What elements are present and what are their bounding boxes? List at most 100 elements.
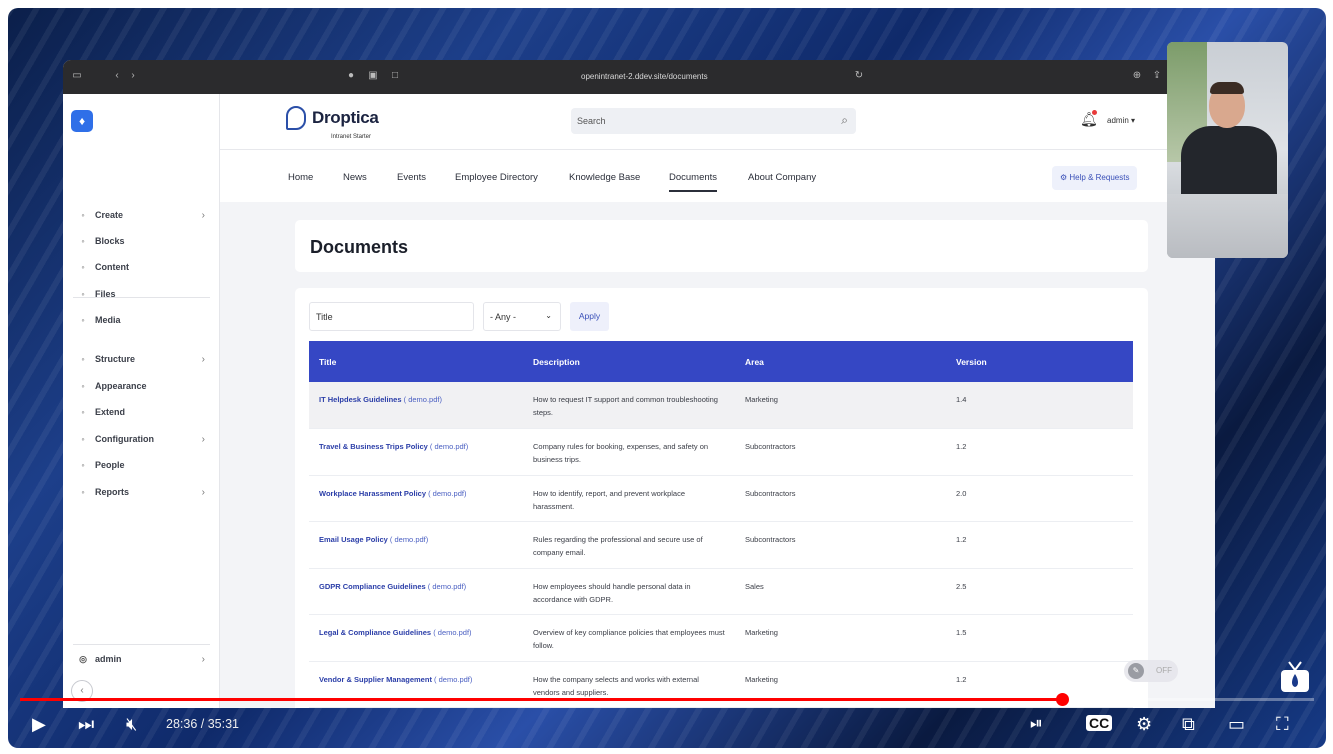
annotation-toggle[interactable]: ✎ OFF bbox=[1124, 660, 1178, 682]
sidebar-item-label: Structure bbox=[95, 354, 136, 364]
webcam-person-hair bbox=[1210, 82, 1244, 94]
back-icon[interactable]: ‹ bbox=[111, 70, 123, 82]
sidebar-item-label: Content bbox=[95, 262, 129, 272]
apply-button[interactable]: Apply bbox=[570, 302, 609, 331]
grid-icon: ◦ bbox=[81, 236, 85, 246]
sidebar-item-admin[interactable]: ◎ admin › bbox=[77, 650, 207, 668]
document-file-link[interactable]: ( demo.pdf) bbox=[433, 628, 471, 637]
address-bar[interactable]: openintranet-2.ddev.site/documents bbox=[581, 72, 708, 81]
document-area-cell: Subcontractors bbox=[735, 475, 946, 522]
search-input[interactable]: Search ⌕ bbox=[571, 108, 856, 134]
chevron-right-icon: › bbox=[201, 353, 205, 365]
nav-item-knowledge-base[interactable]: Knowledge Base bbox=[569, 172, 640, 183]
sidebar-item-extend[interactable]: ◦ Extend bbox=[77, 403, 207, 421]
captions-icon[interactable]: CC bbox=[1086, 715, 1113, 731]
drupal-logo-icon[interactable]: ♦ bbox=[71, 110, 93, 132]
area-filter-select[interactable]: - Any - ⌄ bbox=[483, 302, 561, 331]
extension-icon[interactable]: □ bbox=[389, 70, 401, 82]
progress-bar[interactable] bbox=[20, 693, 1314, 706]
sidebar-item-create[interactable]: ◦ Create › bbox=[77, 206, 207, 224]
sidebar-item-reports[interactable]: ◦ Reports › bbox=[77, 483, 207, 501]
page-title: Documents bbox=[310, 237, 409, 257]
document-title-cell: Travel & Business Trips Policy ( demo.pd… bbox=[309, 428, 523, 476]
user-menu[interactable]: admin ▾ bbox=[1107, 116, 1135, 125]
nav-item-employee-directory[interactable]: Employee Directory bbox=[455, 172, 538, 183]
theater-mode-icon[interactable]: ▭ bbox=[1228, 712, 1245, 736]
browser-window: ▭ ‹ › ● ▣ □ openintranet-2.ddev.site/doc… bbox=[63, 60, 1215, 708]
nav-item-documents[interactable]: Documents bbox=[669, 172, 718, 192]
webcam-laptop bbox=[1167, 194, 1288, 258]
sidebar-item-label: Media bbox=[95, 315, 121, 325]
chevron-down-icon: ⌄ bbox=[545, 311, 552, 320]
webcam-person-body bbox=[1181, 126, 1277, 196]
nav-item-about-company[interactable]: About Company bbox=[748, 172, 816, 183]
next-icon[interactable]: ⏭︎ bbox=[78, 712, 94, 736]
video-player[interactable]: ▭ ‹ › ● ▣ □ openintranet-2.ddev.site/doc… bbox=[8, 8, 1326, 748]
nav-item-news[interactable]: News bbox=[343, 172, 367, 183]
document-file-link[interactable]: ( demo.pdf) bbox=[404, 395, 442, 404]
search-icon[interactable]: ⌕ bbox=[841, 113, 848, 128]
column-header-title[interactable]: Title bbox=[309, 341, 523, 382]
area-filter-value: - Any - bbox=[490, 312, 517, 322]
sidebar-divider bbox=[73, 297, 210, 298]
settings-gear-icon[interactable]: ⚙ bbox=[1136, 712, 1152, 736]
document-file-link[interactable]: ( demo.pdf) bbox=[430, 442, 468, 451]
fullscreen-icon[interactable]: ⛶ bbox=[1276, 712, 1289, 736]
sidebar-item-media[interactable]: ◦ Media bbox=[77, 311, 207, 329]
sidebar-item-configuration[interactable]: ◦ Configuration › bbox=[77, 430, 207, 448]
help-button-label: Help & Requests bbox=[1069, 173, 1130, 182]
download-icon[interactable]: ⊕ bbox=[1131, 70, 1143, 82]
document-title-link[interactable]: Workplace Harassment Policy bbox=[319, 489, 426, 498]
search-placeholder: Search bbox=[577, 116, 606, 126]
document-title-link[interactable]: Legal & Compliance Guidelines bbox=[319, 628, 431, 637]
sidebar-item-blocks[interactable]: ◦ Blocks bbox=[77, 232, 207, 250]
document-title-link[interactable]: Vendor & Supplier Management bbox=[319, 675, 432, 684]
sidebar-item-people[interactable]: ◦ People bbox=[77, 456, 207, 474]
people-icon: ◦ bbox=[81, 460, 85, 470]
sidebar-item-label: Appearance bbox=[95, 381, 147, 391]
extension-icon[interactable]: ▣ bbox=[367, 70, 379, 82]
document-title-link[interactable]: Email Usage Policy bbox=[319, 535, 388, 544]
column-header-description[interactable]: Description bbox=[523, 341, 735, 382]
notification-dot bbox=[1092, 110, 1097, 115]
extension-icon[interactable]: ● bbox=[345, 70, 357, 82]
sidebar-item-files[interactable]: ◦ Files bbox=[77, 285, 207, 303]
channel-logo-icon[interactable] bbox=[1278, 660, 1312, 694]
documents-table: Title Description Area Version IT Helpdesk … bbox=[309, 341, 1133, 708]
sidebar-item-content[interactable]: ◦ Content bbox=[77, 258, 207, 276]
sidebar-item-structure[interactable]: ◦ Structure › bbox=[77, 350, 207, 368]
column-header-area[interactable]: Area bbox=[735, 341, 946, 382]
play-icon[interactable]: ▶ bbox=[32, 712, 46, 736]
nav-item-home[interactable]: Home bbox=[288, 172, 313, 183]
mute-icon[interactable]: 🔇︎ bbox=[126, 712, 137, 736]
forward-icon[interactable]: › bbox=[127, 70, 139, 82]
document-file-link[interactable]: ( demo.pdf) bbox=[434, 675, 472, 684]
document-file-link[interactable]: ( demo.pdf) bbox=[390, 535, 428, 544]
document-file-link[interactable]: ( demo.pdf) bbox=[428, 582, 466, 591]
sidebar-toggle-icon[interactable]: ▭ bbox=[71, 70, 83, 82]
document-title-link[interactable]: IT Helpdesk Guidelines bbox=[319, 395, 402, 404]
documents-table-card: Title - Any - ⌄ Apply Title Description Are… bbox=[295, 288, 1148, 708]
progress-scrubber[interactable] bbox=[1055, 693, 1069, 706]
user-icon: ◎ bbox=[79, 653, 87, 664]
document-title-cell: Workplace Harassment Policy ( demo.pdf) bbox=[309, 475, 523, 522]
column-header-version[interactable]: Version bbox=[946, 341, 1133, 382]
admin-sidebar: ♦ ◦ Create › ◦ Blocks ◦ Content ◦ Files ◦ Media ◦ St… bbox=[63, 94, 220, 708]
document-area-cell: Subcontractors bbox=[735, 521, 946, 569]
sidebar-item-appearance[interactable]: ◦ Appearance bbox=[77, 377, 207, 395]
sidebar-item-label: People bbox=[95, 460, 125, 470]
progress-played bbox=[20, 698, 1062, 701]
title-filter-input[interactable]: Title bbox=[309, 302, 474, 331]
document-icon: ◦ bbox=[81, 262, 85, 272]
document-title-link[interactable]: GDPR Compliance Guidelines bbox=[319, 582, 426, 591]
document-title-link[interactable]: Travel & Business Trips Policy bbox=[319, 442, 428, 451]
site-logo[interactable]: Droptica bbox=[286, 106, 379, 130]
help-requests-button[interactable]: ⚙ Help & Requests bbox=[1052, 166, 1138, 190]
sidebar-item-label: Reports bbox=[95, 487, 130, 497]
reload-icon[interactable]: ↻ bbox=[853, 70, 865, 82]
share-icon[interactable]: ⇪ bbox=[1151, 70, 1163, 82]
autoplay-toggle-icon[interactable]: ⏯︎ bbox=[1030, 712, 1043, 736]
miniplayer-icon[interactable]: ⧉ bbox=[1182, 712, 1195, 736]
nav-item-events[interactable]: Events bbox=[397, 172, 426, 183]
document-file-link[interactable]: ( demo.pdf) bbox=[428, 489, 466, 498]
